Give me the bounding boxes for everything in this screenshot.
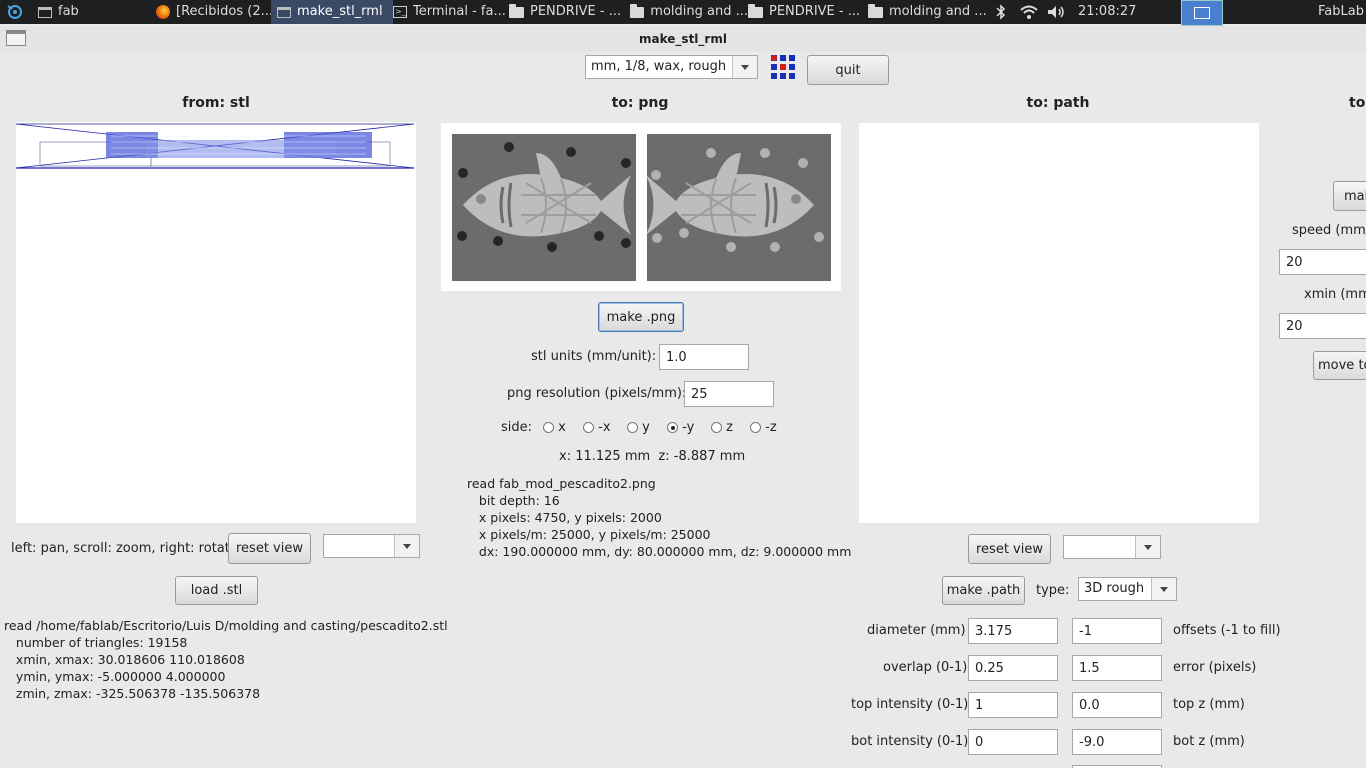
top-z-input[interactable]: 0.0 (1072, 692, 1162, 718)
bot-z-input[interactable]: -9.0 (1072, 729, 1162, 755)
png-info: read fab_mod_pescadito2.png bit depth: 1… (467, 476, 852, 559)
folder-icon (509, 3, 524, 18)
taskbar-item-terminal[interactable]: >_ Terminal - fa... (387, 0, 509, 24)
stl-units-input[interactable]: 1.0 (659, 344, 749, 370)
png-preview (441, 123, 841, 291)
stl-units-label: stl units (mm/unit): (531, 349, 657, 364)
top-intensity-input[interactable]: 1 (968, 692, 1058, 718)
stl-info: read /home/fablab/Escritorio/Luis D/mold… (4, 618, 448, 701)
terminal-icon: >_ (393, 6, 407, 18)
side-radio-y[interactable]: y (627, 420, 650, 435)
offsets-label: offsets (-1 to fill) (1173, 623, 1281, 638)
speed-input[interactable]: 20 (1279, 249, 1366, 275)
folder-icon (630, 3, 645, 18)
top-intensity-label: top intensity (0-1) (851, 697, 969, 712)
offsets-input[interactable]: -1 (1072, 618, 1162, 644)
radio-icon (543, 422, 554, 433)
overlap-input[interactable]: 0.25 (968, 655, 1058, 681)
png-header: to: png (611, 95, 669, 111)
path-type-label: type: (1036, 583, 1070, 598)
side-radio-minus-z[interactable]: -z (750, 420, 777, 435)
taskbar-item-molding-2[interactable]: molding and ... (862, 0, 993, 24)
error-input[interactable]: 1.5 (1072, 655, 1162, 681)
side-radio-minus-y[interactable]: -y (667, 420, 694, 435)
volume-icon[interactable] (1046, 0, 1068, 24)
chevron-down-icon (1135, 536, 1160, 558)
diameter-input[interactable]: 3.175 (968, 618, 1058, 644)
process-select[interactable]: mm, 1/8, wax, rough (585, 55, 758, 79)
window-icon (38, 6, 52, 18)
bot-z-label: bot z (mm) (1173, 734, 1245, 749)
bot-intensity-label: bot intensity (0-1) (851, 734, 969, 749)
move-to-button[interactable]: move to (1313, 351, 1366, 380)
load-stl-button[interactable]: load .stl (175, 576, 258, 605)
side-radio-z[interactable]: z (711, 420, 733, 435)
diameter-label: diameter (mm) (867, 623, 966, 638)
chevron-down-icon (732, 56, 757, 78)
window-titlebar: make_stl_rml (0, 26, 1366, 52)
bluetooth-icon[interactable] (996, 0, 1012, 24)
make-rml-button[interactable]: mak (1333, 181, 1366, 211)
stl-view-hint: left: pan, scroll: zoom, right: rotate (11, 541, 238, 556)
taskbar: fab [Recibidos (2... make_stl_rml >_ Term… (0, 0, 1366, 26)
taskbar-item-pendrive[interactable]: PENDRIVE - ... (503, 0, 629, 24)
radio-icon (583, 422, 594, 433)
path-type-select[interactable]: 3D rough (1078, 577, 1177, 601)
show-desktop-icon[interactable] (1181, 0, 1223, 26)
taskbar-item-make-stl-rml[interactable]: make_stl_rml (271, 0, 393, 24)
overlap-label: overlap (0-1) (883, 660, 968, 675)
stl-view-select[interactable] (323, 534, 420, 558)
side-label: side: (501, 420, 533, 435)
png-heightmap-image (452, 134, 831, 281)
window-title: make_stl_rml (639, 32, 727, 46)
make-path-button[interactable]: make .path (942, 576, 1025, 605)
stl-model-preview (15, 123, 415, 169)
png-resolution-label: png resolution (pixels/mm): (507, 386, 687, 401)
radio-icon (711, 422, 722, 433)
start-menu-icon[interactable] (4, 0, 26, 24)
error-label: error (pixels) (1173, 660, 1257, 675)
window-icon (277, 6, 291, 18)
firefox-icon (156, 5, 170, 19)
chevron-down-icon (394, 535, 419, 557)
top-z-label: top z (mm) (1173, 697, 1245, 712)
make-png-button[interactable]: make .png (598, 302, 684, 332)
stl-viewport[interactable] (15, 122, 416, 523)
rml-header: to: (1349, 95, 1366, 111)
chevron-down-icon (1151, 578, 1176, 600)
side-radio-x[interactable]: x (543, 420, 566, 435)
stl-reset-view-button[interactable]: reset view (228, 533, 311, 564)
png-cursor-coords: x: 11.125 mm z: -8.887 mm (559, 449, 746, 464)
wifi-icon[interactable] (1019, 0, 1043, 24)
path-view-select[interactable] (1063, 535, 1161, 559)
path-header: to: path (1026, 95, 1090, 111)
user-name[interactable]: FabLab (1318, 0, 1366, 24)
xmin-input[interactable]: 20 (1279, 313, 1366, 339)
xmin-label: xmin (mm (1304, 287, 1366, 302)
radio-icon (627, 422, 638, 433)
fab-modules-logo-icon (770, 54, 796, 80)
radio-icon (750, 422, 761, 433)
clock[interactable]: 21:08:27 (1078, 0, 1158, 24)
folder-icon (868, 3, 883, 18)
taskbar-item-firefox[interactable]: [Recibidos (2... (150, 0, 274, 24)
path-viewport[interactable] (859, 123, 1259, 523)
radio-selected-icon (667, 422, 678, 433)
taskbar-item-pendrive-2[interactable]: PENDRIVE - ... (742, 0, 868, 24)
taskbar-item-fab[interactable]: fab (32, 0, 153, 24)
speed-label: speed (mm/s (1292, 223, 1366, 238)
folder-icon (748, 3, 763, 18)
path-reset-view-button[interactable]: reset view (968, 534, 1051, 564)
stl-header: from: stl (182, 95, 250, 111)
png-resolution-input[interactable]: 25 (684, 381, 774, 407)
taskbar-item-molding[interactable]: molding and ... (624, 0, 748, 24)
bot-intensity-input[interactable]: 0 (968, 729, 1058, 755)
side-radio-minus-x[interactable]: -x (583, 420, 611, 435)
quit-button[interactable]: quit (807, 55, 889, 85)
